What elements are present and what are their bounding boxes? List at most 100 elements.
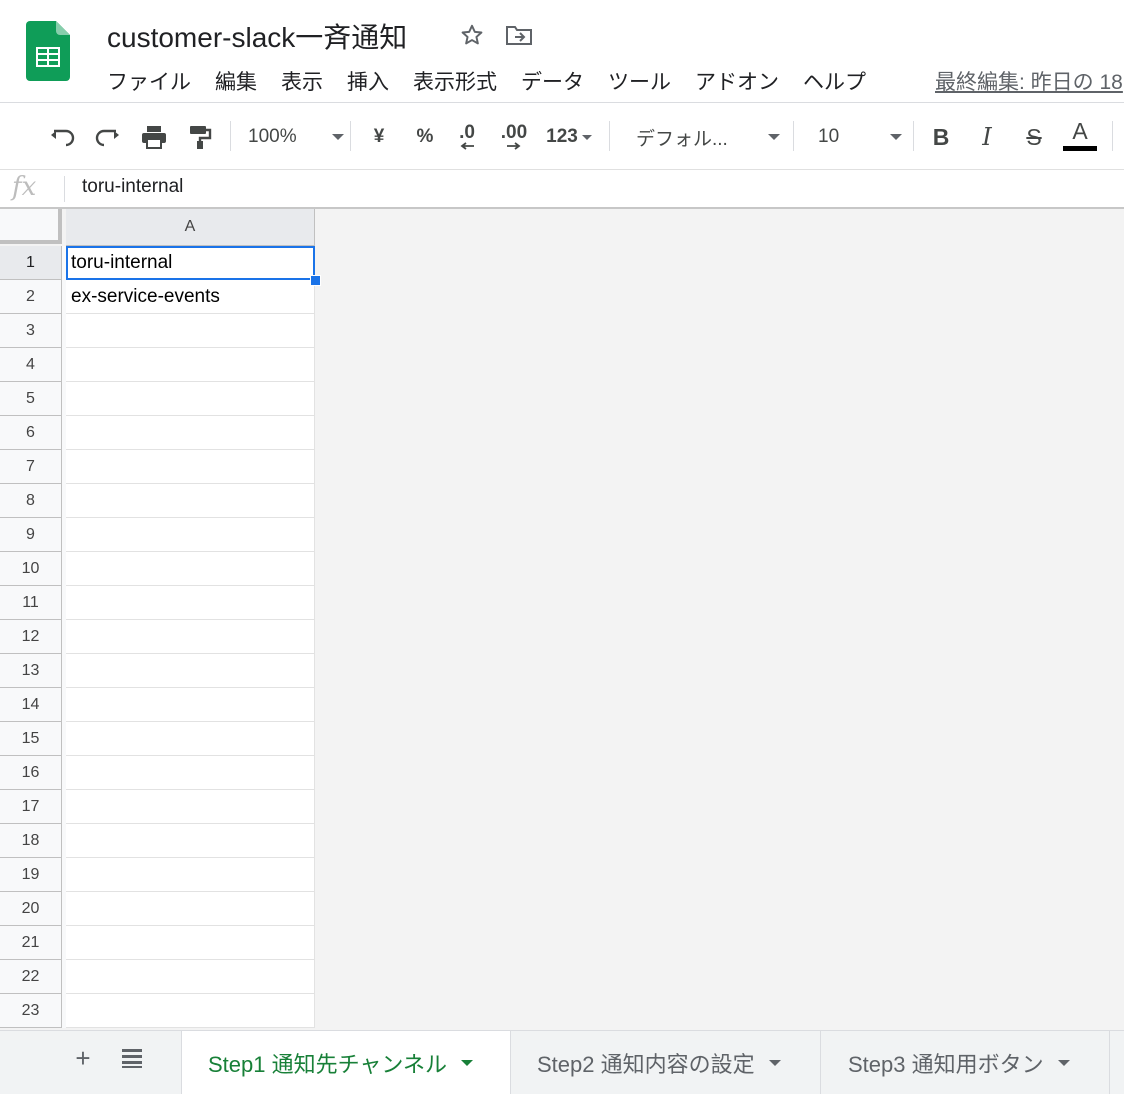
menu-insert[interactable]: 挿入: [347, 66, 401, 96]
row-header[interactable]: 5: [0, 382, 62, 416]
row-header[interactable]: 9: [0, 518, 62, 552]
currency-format-button[interactable]: ¥: [366, 119, 392, 155]
cell[interactable]: [66, 892, 315, 926]
column-header-a[interactable]: A: [66, 209, 315, 246]
cell[interactable]: [66, 790, 315, 824]
sheet-tab-step1[interactable]: Step1 通知先チャンネル: [181, 1031, 511, 1094]
add-sheet-button[interactable]: +: [70, 1043, 96, 1073]
cell[interactable]: [66, 654, 315, 688]
menu-format[interactable]: 表示形式: [413, 66, 509, 96]
increase-decimal-button[interactable]: .00: [496, 119, 532, 155]
cell[interactable]: [66, 688, 315, 722]
cell[interactable]: [66, 620, 315, 654]
menu-edit[interactable]: 編集: [215, 66, 269, 96]
row-header[interactable]: 2: [0, 280, 62, 314]
chevron-down-icon: [768, 134, 780, 140]
print-icon[interactable]: [136, 119, 172, 155]
row-header[interactable]: 3: [0, 314, 62, 348]
formula-input[interactable]: toru-internal: [82, 176, 183, 198]
redo-icon[interactable]: [90, 119, 126, 155]
menu-view[interactable]: 表示: [281, 66, 335, 96]
cell[interactable]: [66, 416, 315, 450]
row-header[interactable]: 23: [0, 994, 62, 1028]
last-edit-link[interactable]: 最終編集: 昨日の 18: [935, 66, 1123, 96]
italic-button[interactable]: I: [974, 119, 1000, 155]
menu-data[interactable]: データ: [521, 66, 596, 96]
row-header[interactable]: 15: [0, 722, 62, 756]
sheets-logo-icon[interactable]: [26, 21, 70, 81]
cell[interactable]: [66, 552, 315, 586]
chevron-down-icon: [332, 134, 344, 140]
cell[interactable]: [66, 450, 315, 484]
zoom-select[interactable]: 100%: [248, 119, 344, 155]
table-row: 9: [0, 518, 316, 552]
font-family-select[interactable]: デフォル...: [636, 119, 780, 155]
font-family-value: デフォル...: [636, 128, 728, 150]
cell[interactable]: [66, 484, 315, 518]
table-row: 2 ex-service-events: [0, 280, 316, 314]
cell[interactable]: [66, 382, 315, 416]
row-header[interactable]: 19: [0, 858, 62, 892]
cell[interactable]: [66, 756, 315, 790]
toolbar-separator: [793, 121, 794, 151]
cell[interactable]: [66, 858, 315, 892]
row-header[interactable]: 10: [0, 552, 62, 586]
row-header[interactable]: 12: [0, 620, 62, 654]
cell-a1-selected[interactable]: toru-internal: [66, 246, 315, 280]
sheet-tab-step2[interactable]: Step2 通知内容の設定: [512, 1031, 845, 1094]
cell[interactable]: ex-service-events: [66, 280, 315, 314]
row-header[interactable]: 6: [0, 416, 62, 450]
row-header[interactable]: 11: [0, 586, 62, 620]
percent-format-button[interactable]: %: [412, 119, 438, 155]
paint-format-icon[interactable]: [182, 119, 218, 155]
table-row: 15: [0, 722, 316, 756]
menu-help[interactable]: ヘルプ: [803, 66, 878, 96]
all-sheets-icon[interactable]: [120, 1047, 144, 1069]
row-header[interactable]: 8: [0, 484, 62, 518]
chevron-down-icon[interactable]: [460, 1059, 473, 1066]
cell[interactable]: [66, 994, 315, 1028]
menu-addons[interactable]: アドオン: [695, 66, 791, 96]
table-row: 8: [0, 484, 316, 518]
row-header[interactable]: 16: [0, 756, 62, 790]
row-header[interactable]: 4: [0, 348, 62, 382]
row-header[interactable]: 22: [0, 960, 62, 994]
cell[interactable]: [66, 722, 315, 756]
cell[interactable]: [66, 314, 315, 348]
cell[interactable]: [66, 926, 315, 960]
table-row: 7: [0, 450, 316, 484]
undo-icon[interactable]: [44, 119, 80, 155]
menu-tools[interactable]: ツール: [608, 66, 683, 96]
chevron-down-icon[interactable]: [768, 1059, 781, 1066]
row-header[interactable]: 14: [0, 688, 62, 722]
text-color-button[interactable]: A: [1062, 117, 1098, 153]
row-header[interactable]: 1: [0, 246, 62, 280]
select-all-corner[interactable]: [0, 209, 62, 244]
row-header[interactable]: 18: [0, 824, 62, 858]
cell[interactable]: [66, 518, 315, 552]
font-size-select[interactable]: 10: [818, 119, 902, 155]
row-header[interactable]: 17: [0, 790, 62, 824]
menu-file[interactable]: ファイル: [107, 66, 203, 96]
row-header[interactable]: 20: [0, 892, 62, 926]
strikethrough-button[interactable]: S: [1020, 119, 1048, 155]
fill-handle[interactable]: [310, 275, 321, 286]
row-header[interactable]: 13: [0, 654, 62, 688]
table-row: 5: [0, 382, 316, 416]
chevron-down-icon[interactable]: [1057, 1059, 1070, 1066]
cell[interactable]: [66, 960, 315, 994]
row-header[interactable]: 21: [0, 926, 62, 960]
sheet-tab-label: Step1 通知先チャンネル: [208, 1051, 447, 1077]
star-icon[interactable]: [457, 20, 487, 50]
sheet-tab-step3[interactable]: Step3 通知用ボタン: [821, 1031, 1124, 1094]
decrease-decimal-button[interactable]: .0: [452, 119, 482, 155]
row-header[interactable]: 7: [0, 450, 62, 484]
text-color-swatch: [1063, 146, 1097, 151]
cell[interactable]: [66, 824, 315, 858]
cell[interactable]: [66, 586, 315, 620]
bold-button[interactable]: B: [928, 119, 954, 155]
move-to-folder-icon[interactable]: [504, 20, 534, 50]
more-formats-button[interactable]: 123: [542, 119, 596, 155]
document-title[interactable]: customer-slack一斉通知: [107, 16, 407, 56]
cell[interactable]: [66, 348, 315, 382]
